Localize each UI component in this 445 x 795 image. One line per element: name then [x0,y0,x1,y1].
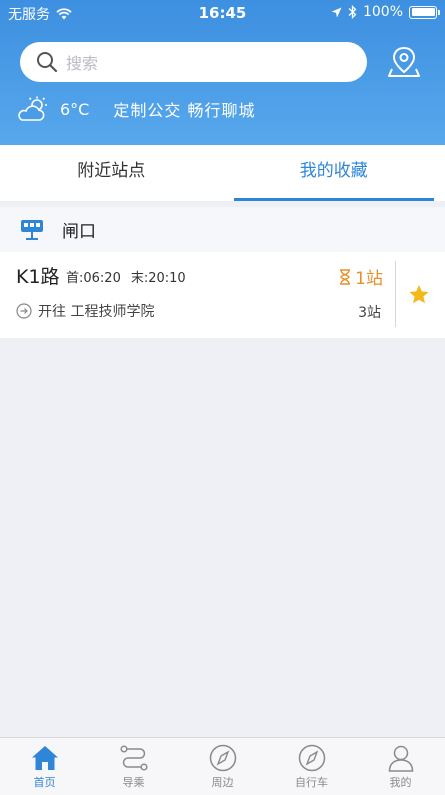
tab-favorites[interactable]: 我的收藏 [223,145,445,201]
bluetooth-icon [348,5,357,19]
direction-text: 开往 工程技师学院 [38,304,155,320]
route-icon [119,745,148,771]
tabbar-bike-label: 自行车 [295,776,328,789]
weather-bar: 6°C 定制公交 畅行聊城 [18,96,255,122]
arrival-stops: 1站 [355,269,383,289]
stop-count: 3站 [358,305,381,321]
hourglass-icon [340,268,351,285]
tabbar-home[interactable]: 首页 [0,738,89,795]
route-direction: 开往 工程技师学院 [16,301,154,321]
status-bar: 无服务 16:45 100% [0,0,445,26]
card-divider [395,261,396,327]
slogan: 定制公交 畅行聊城 [113,101,256,120]
tabbar-nearby[interactable]: 周边 [178,738,267,795]
station-header[interactable]: 闸口 [0,207,445,252]
route-schedule: 首:06:20 末:20:10 [66,267,196,286]
tabbar-home-label: 首页 [33,776,56,789]
arrival-info: 1站 [339,264,383,289]
user-icon [388,745,413,772]
search-input[interactable]: 搜索 [20,42,367,82]
map-pin-icon[interactable] [386,44,422,80]
tabbar-guide-label: 导乘 [122,776,145,789]
first-bus-time: 首:06:20 [66,271,121,286]
app-header: 无服务 16:45 100% 搜索 6°C 定制公交 畅行聊城 [0,0,445,145]
battery-percent: 100% [362,4,403,20]
location-arrow-icon [331,7,342,17]
tabbar-bike[interactable]: 自行车 [267,738,356,795]
search-icon [37,52,58,73]
tabbar-nearby-label: 周边 [211,776,234,789]
favorite-star-icon[interactable] [408,284,430,305]
segment-tabs: 附近站点 我的收藏 [0,145,445,201]
bus-stop-icon [21,219,43,240]
compass-icon [209,744,236,772]
temperature: 6°C [60,99,90,119]
route-name: K1路 [16,266,60,288]
partly-cloudy-icon [18,96,47,121]
compass-icon [298,744,325,772]
arrow-right-circle-icon [16,303,32,319]
tabbar-guide[interactable]: 导乘 [89,738,178,795]
route-card[interactable]: K1路 首:06:20 末:20:10 1站 开往 工程技师学院 3站 [0,252,445,338]
tab-nearby[interactable]: 附近站点 [0,145,223,201]
last-bus-time: 末:20:10 [130,271,186,286]
bottom-tab-bar: 首页 导乘 周边 自行车 我的 [0,737,445,795]
tabbar-mine-label: 我的 [389,776,412,789]
tabbar-mine[interactable]: 我的 [356,738,445,795]
home-icon [31,746,58,770]
station-name: 闸口 [62,222,96,242]
battery-icon [409,5,440,19]
search-placeholder: 搜索 [66,54,99,73]
